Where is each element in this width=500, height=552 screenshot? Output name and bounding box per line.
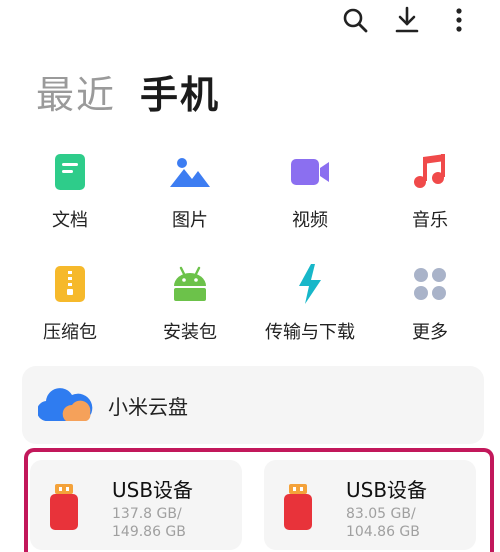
category-label: 传输与下载: [265, 322, 355, 343]
category-music[interactable]: 音乐: [370, 150, 490, 232]
mi-cloud-card[interactable]: 小米云盘: [22, 366, 484, 444]
category-apks[interactable]: 安装包: [130, 262, 250, 344]
usb-device-title: USB设备: [112, 478, 194, 502]
more-vertical-icon: [456, 8, 462, 32]
usb-device-card[interactable]: USB设备 83.05 GB/ 104.86 GB: [264, 460, 476, 550]
tab-recent[interactable]: 最近: [36, 64, 116, 119]
view-tabs: 最近 手机: [36, 64, 220, 119]
category-label: 更多: [412, 322, 448, 343]
category-label: 视频: [292, 210, 328, 231]
document-icon: [55, 154, 85, 190]
image-icon: [170, 158, 210, 187]
category-label: 音乐: [412, 210, 448, 231]
category-label: 压缩包: [43, 322, 97, 343]
category-grid: 文档 图片 视频 音乐 压缩包 安装包 传输与下载 更多: [10, 150, 490, 344]
top-toolbar: [340, 4, 474, 36]
music-icon: [414, 154, 445, 188]
android-icon: [174, 266, 206, 301]
download-button[interactable]: [392, 4, 422, 36]
usb-total-size: 149.86 GB: [112, 524, 186, 540]
usb-total-size: 104.86 GB: [346, 524, 420, 540]
usb-drive-icon: [284, 484, 312, 530]
more-grid-icon: [414, 268, 446, 300]
category-images[interactable]: 图片: [130, 150, 250, 232]
search-button[interactable]: [340, 4, 370, 36]
mi-cloud-label: 小米云盘: [108, 394, 188, 419]
download-icon: [395, 6, 419, 33]
category-label: 图片: [172, 210, 208, 231]
usb-drive-icon: [50, 484, 78, 530]
category-transfers[interactable]: 传输与下载: [250, 262, 370, 344]
category-documents[interactable]: 文档: [10, 150, 130, 232]
category-more[interactable]: 更多: [370, 262, 490, 344]
video-icon: [291, 159, 329, 185]
more-options-button[interactable]: [444, 4, 474, 36]
tab-phone[interactable]: 手机: [140, 64, 220, 119]
transfer-icon: [299, 264, 321, 304]
usb-device-card[interactable]: USB设备 137.8 GB/ 149.86 GB: [30, 460, 242, 550]
usb-device-title: USB设备: [346, 478, 428, 502]
category-label: 安装包: [163, 322, 217, 343]
search-icon: [343, 8, 368, 33]
category-label: 文档: [52, 210, 88, 231]
category-archives[interactable]: 压缩包: [10, 262, 130, 344]
category-videos[interactable]: 视频: [250, 150, 370, 232]
usb-used-size: 137.8 GB/: [112, 506, 182, 522]
usb-used-size: 83.05 GB/: [346, 506, 416, 522]
zip-icon: [55, 266, 85, 302]
cloud-icon: [38, 388, 93, 422]
